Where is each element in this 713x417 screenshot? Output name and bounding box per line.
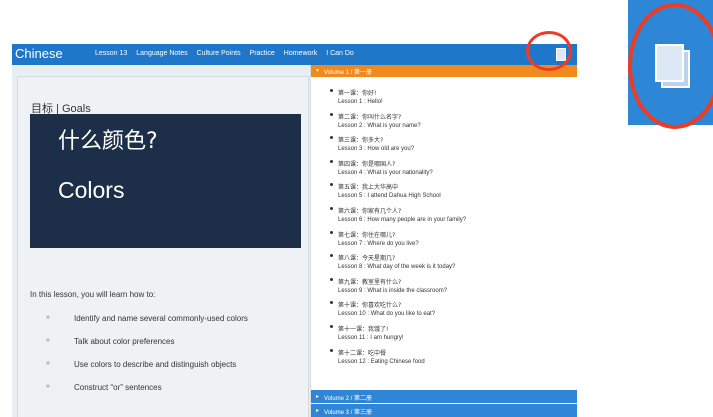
lesson-english-title: Lesson 12 : Eating Chinese food	[338, 358, 425, 365]
nav-i-can-do[interactable]: I Can Do	[326, 50, 354, 57]
lesson-chinese-title: 第九课：教室里有什么?	[338, 278, 402, 286]
bullet	[330, 277, 333, 281]
lesson-item[interactable]: 第九课：教室里有什么? Lesson 9 : What is inside the…	[330, 277, 466, 301]
lesson-item[interactable]: 第十二课：吃中餐 Lesson 12 : Eating Chinese food	[330, 348, 466, 372]
bullet	[330, 230, 333, 234]
brand-title[interactable]: Chinese	[15, 46, 63, 61]
volume-2-label: Volume 2 / 第二册	[324, 396, 373, 402]
nav-culture-points[interactable]: Culture Points	[197, 50, 241, 57]
lesson-english-title: Lesson 11 : I am hungry!	[338, 334, 404, 341]
bullet	[330, 206, 333, 210]
lesson-chinese-title: 第八课：今天星期几?	[338, 255, 396, 263]
nav-lesson-13[interactable]: Lesson 13	[95, 50, 127, 57]
lesson-item[interactable]: 第五课：我上大华高中 Lesson 5 : I attend Dahua High…	[330, 182, 466, 206]
chevron-right-icon: ▸	[316, 408, 320, 414]
bullet	[330, 159, 333, 163]
volume-3-header[interactable]: ▸ Volume 3 / 第三册	[311, 403, 577, 417]
bullet	[330, 183, 333, 187]
bullet	[330, 136, 333, 140]
lesson-english-title: Lesson 6 : How many people are in your f…	[338, 216, 467, 223]
goals-list: Identify and name several commonly-used …	[46, 314, 248, 406]
lesson-item[interactable]: 第十课：你喜欢吃什么? Lesson 10 : What do you like …	[330, 300, 466, 324]
lesson-chinese-title: 第二课：你叫什么名字?	[338, 113, 402, 121]
lesson-chinese-title: 第七课：你住在哪儿?	[338, 231, 396, 239]
lesson-chinese-title: 第四课：你是哪国人?	[338, 160, 396, 168]
lesson-item[interactable]: 第十一课：我饿了! Lesson 11 : I am hungry!	[330, 324, 466, 348]
lesson-item[interactable]: 第七课：你住在哪儿? Lesson 7 : Where do you live?	[330, 230, 466, 254]
highlight-circle-large	[628, 3, 713, 129]
lesson-english-title: Lesson 10 : What do you like to eat?	[338, 311, 436, 318]
nav-practice[interactable]: Practice	[250, 50, 275, 57]
volume-1-label: Volume 1 / 第一册	[324, 70, 373, 76]
bullet	[330, 254, 333, 258]
bullet	[330, 301, 333, 305]
lesson-item[interactable]: 第一课：你好! Lesson 1 : Hello!	[330, 88, 466, 112]
lesson-english-title: Lesson 5 : I attend Dahua High School	[338, 193, 441, 200]
goal-item: Talk about color preferences	[46, 337, 248, 360]
goal-item: Identify and name several commonly-used …	[46, 314, 248, 337]
lesson-item[interactable]: 第二课：你叫什么名字? Lesson 2 : What is your name?	[330, 112, 466, 136]
app-window: Chinese Lesson 13 Language Notes Culture…	[12, 44, 577, 417]
nav-homework[interactable]: Homework	[284, 50, 317, 57]
top-navigation-bar: Chinese Lesson 13 Language Notes Culture…	[12, 44, 577, 65]
lesson-chinese-title: 第十二课：吃中餐	[338, 349, 387, 357]
lesson-chinese-title: 第六课：你家有几个人?	[338, 207, 402, 215]
lesson-chinese-title: 第一课：你好!	[338, 90, 377, 97]
lesson-chinese-title: 第三课：你多大?	[338, 137, 384, 145]
lesson-item[interactable]: 第三课：你多大? Lesson 3 : How old are you?	[330, 135, 466, 159]
hero-english-title: Colors	[58, 177, 125, 203]
lesson-chinese-title: 第十课：你喜欢吃什么?	[338, 302, 402, 310]
goals-intro: In this lesson, you will learn how to:	[30, 290, 156, 299]
volume-2-header[interactable]: ▸ Volume 2 / 第二册	[311, 389, 577, 403]
hero-chinese-title: 什么颜色?	[58, 129, 158, 154]
bullet	[330, 89, 333, 92]
lesson-chinese-title: 第十一课：我饿了!	[338, 325, 389, 333]
highlight-circle-small	[526, 31, 572, 71]
hero-banner: 什么颜色? Colors	[30, 114, 301, 248]
lesson-english-title: Lesson 9 : What is inside the classroom?	[338, 287, 448, 294]
lesson-list: 第一课：你好! Lesson 1 : Hello! 第二课：你叫什么名字? Less…	[330, 88, 467, 372]
lesson-english-title: Lesson 4 : What is your nationality?	[338, 169, 433, 176]
chevron-down-icon: ▾	[316, 68, 320, 74]
lesson-item[interactable]: 第四课：你是哪国人? Lesson 4 : What is your nation…	[330, 159, 466, 183]
nav-language-notes[interactable]: Language Notes	[136, 50, 187, 57]
main-nav: Lesson 13 Language Notes Culture Points …	[95, 50, 361, 57]
lesson-english-title: Lesson 2 : What is your name?	[338, 122, 421, 129]
lesson-item[interactable]: 第六课：你家有几个人? Lesson 6 : How many people ar…	[330, 206, 467, 230]
lesson-chinese-title: 第五课：我上大华高中	[338, 184, 399, 192]
bullet	[330, 112, 333, 116]
volume-dropdown-panel: ▾ Volume 1 / 第一册 第一课：你好! Lesson 1 : Hello…	[310, 65, 577, 417]
bullet	[330, 324, 333, 328]
goal-item: Construct “or” sentences	[46, 383, 248, 406]
lesson-english-title: Lesson 1 : Hello!	[338, 99, 383, 105]
chevron-right-icon: ▸	[316, 394, 320, 400]
lesson-english-title: Lesson 8 : What day of the week is it to…	[338, 264, 456, 271]
lesson-english-title: Lesson 3 : How old are you?	[338, 146, 415, 153]
lesson-item[interactable]: 第八课：今天星期几? Lesson 8 : What day of the wee…	[330, 253, 466, 277]
lesson-english-title: Lesson 7 : Where do you live?	[338, 240, 419, 247]
bullet	[330, 348, 333, 352]
volume-3-label: Volume 3 / 第三册	[324, 410, 373, 416]
goal-item: Use colors to describe and distinguish o…	[46, 360, 248, 383]
